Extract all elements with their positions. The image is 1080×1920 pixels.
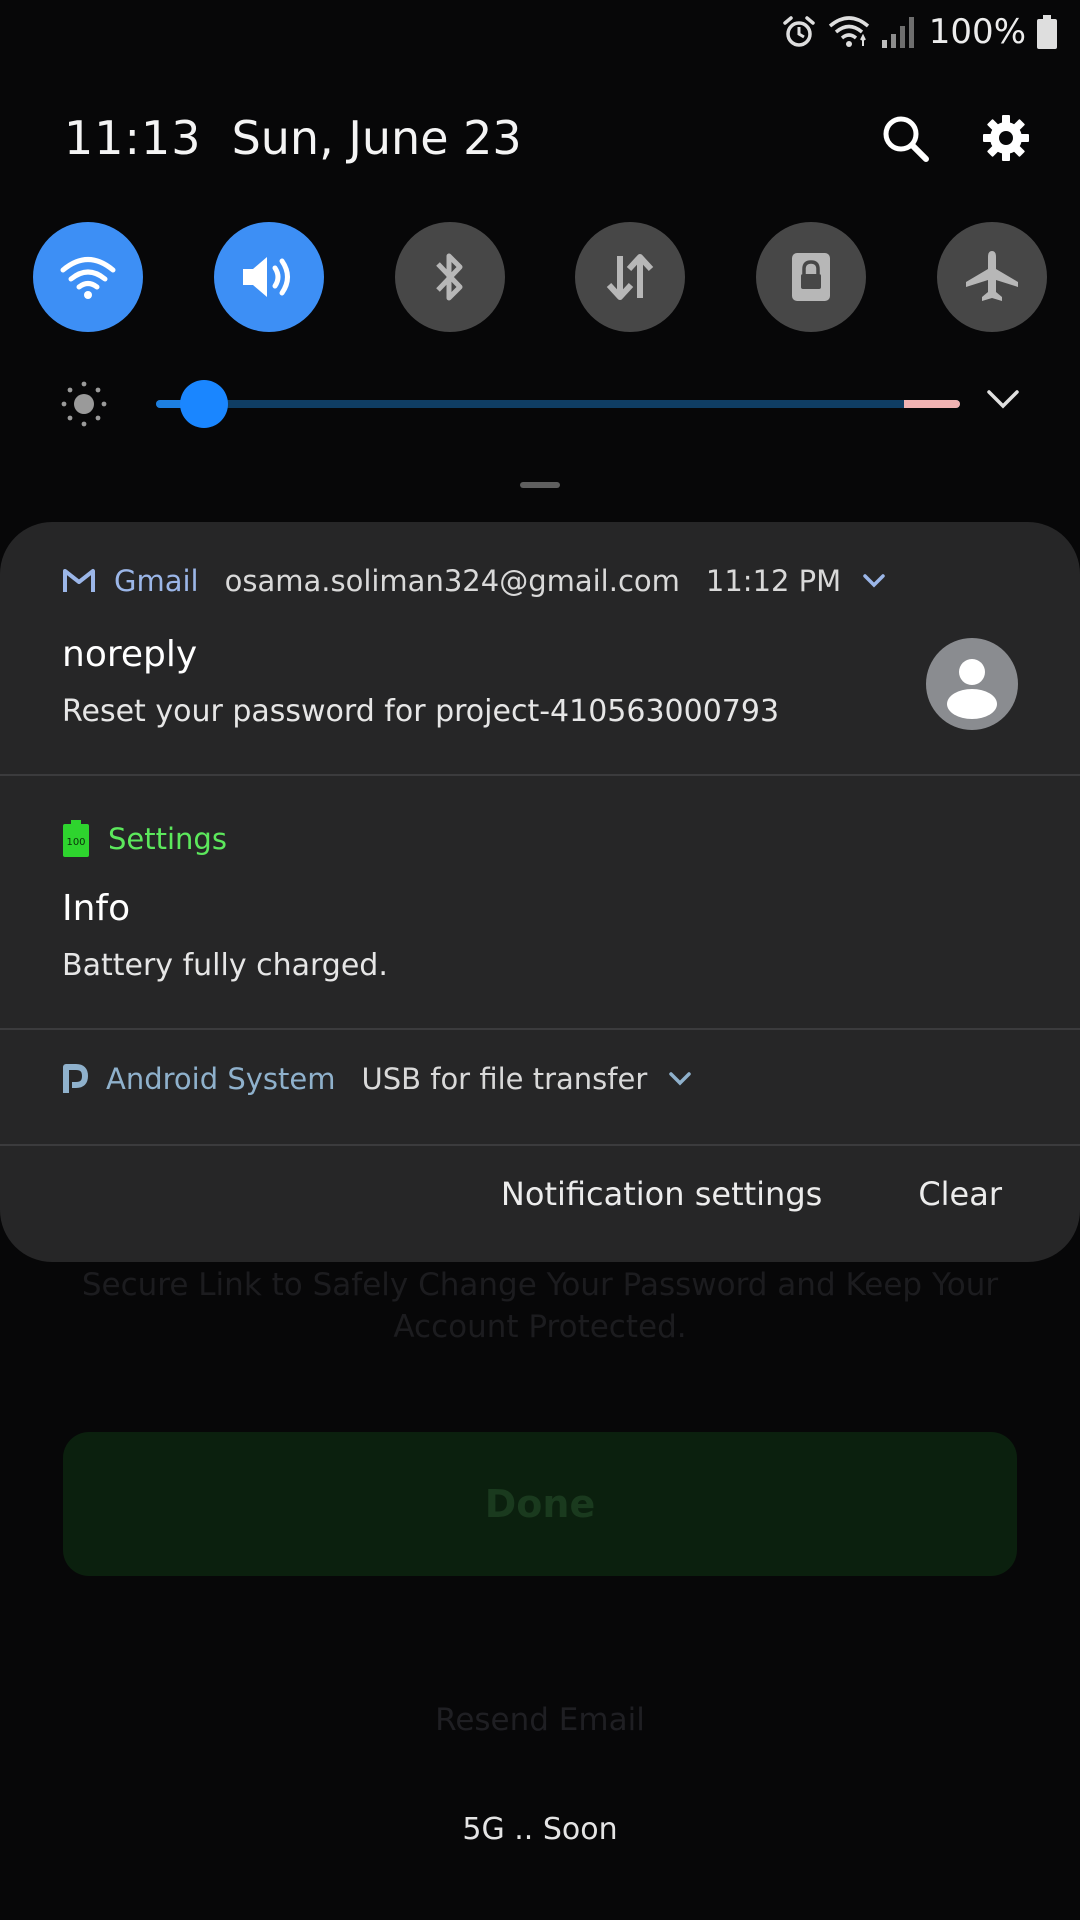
notification-account: osama.soliman324@gmail.com [224,564,680,598]
date: Sun, June 23 [231,111,522,165]
wifi-icon [828,16,869,47]
battery-icon [1037,15,1057,49]
battery-badge-text: 100 [66,837,85,848]
notification-time: 11:12 PM [705,564,842,598]
battery-percent: 100% [928,12,1026,52]
android-system-icon [63,1064,88,1093]
toggle-screen-lock[interactable] [756,222,867,332]
notification-text: Battery fully charged. [62,948,388,983]
app-name: Gmail [114,564,199,598]
brightness-slider-thumb[interactable] [180,380,229,428]
notification-title: Info [62,888,131,929]
screen-lock-icon [792,253,831,301]
drag-handle[interactable] [520,482,560,488]
brightness-icon [61,381,107,427]
gear-icon[interactable] [982,114,1030,162]
notification-shade-screen: 100% 11:13 Sun, June 23 Gmail osama.soli… [0,0,1080,1920]
toggle-sound[interactable] [213,222,324,332]
quick-toggles [33,222,1047,332]
notification-android-system[interactable]: Android System USB for file transfer [0,1030,1080,1146]
person-avatar-icon [926,638,1018,730]
alarm-icon [783,16,815,47]
sound-icon [242,257,290,297]
header-actions [880,113,1030,163]
search-icon[interactable] [880,113,930,163]
panel-footer: Notification settings Clear [0,1146,1080,1242]
notification-settings[interactable]: 100 Settings Info Battery fully charged. [0,776,1080,1030]
toggle-airplane[interactable] [936,222,1047,332]
mobile-data-icon [607,254,654,300]
airplane-icon [965,251,1018,301]
notification-gmail[interactable]: Gmail osama.soliman324@gmail.com 11:12 P… [0,522,1080,776]
brightness-slider[interactable] [156,400,960,408]
done-button[interactable]: Done [63,1432,1017,1576]
app-name: Android System [106,1062,336,1096]
toggle-mobile-data[interactable] [575,222,686,332]
notification-text: Reset your password for project-41056300… [62,694,780,729]
app-name: Settings [108,822,227,856]
battery-charged-icon: 100 [63,820,89,857]
chevron-down-icon[interactable] [863,574,885,588]
gmail-icon [63,569,95,592]
wifi-icon [60,257,116,299]
notification-title: noreply [62,634,198,675]
notification-header: Gmail osama.soliman324@gmail.com 11:12 P… [62,564,885,598]
notification-header: Android System USB for file transfer [62,1062,691,1096]
clear-button[interactable]: Clear [918,1175,1002,1213]
status-bar: 100% [781,0,1080,64]
resend-email-link[interactable]: Resend Email [0,1702,1080,1738]
notification-summary: USB for file transfer [361,1062,648,1096]
toggle-bluetooth[interactable] [394,222,505,332]
signal-icon [881,17,914,48]
notification-panel: Gmail osama.soliman324@gmail.com 11:12 P… [0,522,1080,1262]
bluetooth-icon [435,253,463,301]
footer-label: 5G .. Soon [462,1812,618,1847]
brightness-high-zone [903,400,960,408]
clock: 11:13 [64,111,202,165]
chevron-down-icon[interactable] [669,1072,691,1086]
reset-message: Secure Link to Safely Change Your Passwo… [81,1267,999,1345]
toggle-wifi[interactable] [33,222,143,332]
chevron-down-icon[interactable] [986,388,1020,412]
notification-header: 100 Settings [62,820,227,858]
notification-settings-button[interactable]: Notification settings [501,1175,822,1213]
shade-header: 11:13 Sun, June 23 [64,106,1030,170]
